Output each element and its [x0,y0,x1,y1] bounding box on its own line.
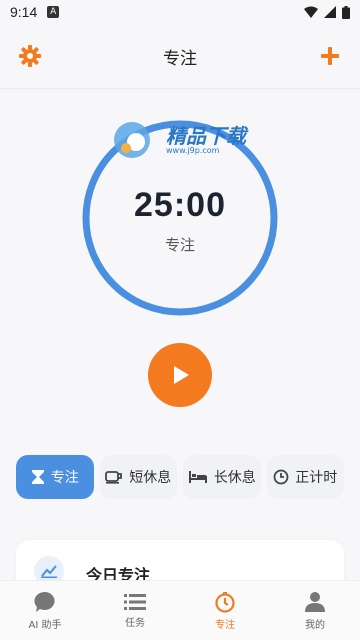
play-icon [174,366,189,384]
hourglass-icon [31,470,44,484]
mode-short-break-button[interactable]: 短休息 [99,455,177,499]
settings-gear-icon[interactable] [18,44,42,68]
list-icon [124,593,146,610]
status-time: 9:14 [10,4,38,20]
mode-label: 短休息 [129,470,172,486]
nav-label: 专注 [215,619,235,631]
bed-icon [188,471,207,483]
status-icons [304,5,350,19]
nav-label: 我的 [305,619,325,631]
battery-icon [342,5,350,19]
person-icon [305,591,325,612]
add-icon[interactable] [318,44,342,68]
mode-long-break-button[interactable]: 长休息 [183,455,261,499]
status-bar: 9:14 A [0,0,360,24]
notification-icon: A [47,6,60,18]
header-divider [0,88,360,89]
timer-mode-label: 专注 [164,236,195,254]
wifi-icon [304,6,318,18]
nav-label: AI 助手 [28,619,62,631]
nav-label: 任务 [125,617,145,629]
play-button[interactable] [148,343,212,407]
mode-stopwatch-button[interactable]: 正计时 [266,455,344,499]
nav-item-tasks[interactable]: 任务 [90,581,180,640]
mode-focus-button[interactable]: 专注 [16,455,94,499]
bottom-nav: AI 助手 任务 专注 我的 [0,580,360,640]
page-title: 专注 [163,48,197,69]
nav-item-profile[interactable]: 我的 [270,581,360,640]
signal-icon [324,6,336,18]
mode-label: 长休息 [213,470,256,486]
coffee-icon [105,471,123,484]
chat-icon [34,591,55,612]
mode-label: 专注 [50,470,79,486]
watermark-url: www.j9p.com [166,146,220,155]
clock-icon [273,469,289,485]
mode-selector: 专注 短休息 长休息 正计时 [16,455,344,499]
mode-label: 正计时 [295,470,338,486]
watermark-text: 精品下载 [166,124,246,148]
focus-timer-icon [215,591,235,613]
app-bar: 专注 [0,24,360,88]
nav-item-focus[interactable]: 专注 [180,581,270,640]
nav-item-ai-assistant[interactable]: AI 助手 [0,581,90,640]
timer-display: 25:00 [134,186,226,224]
